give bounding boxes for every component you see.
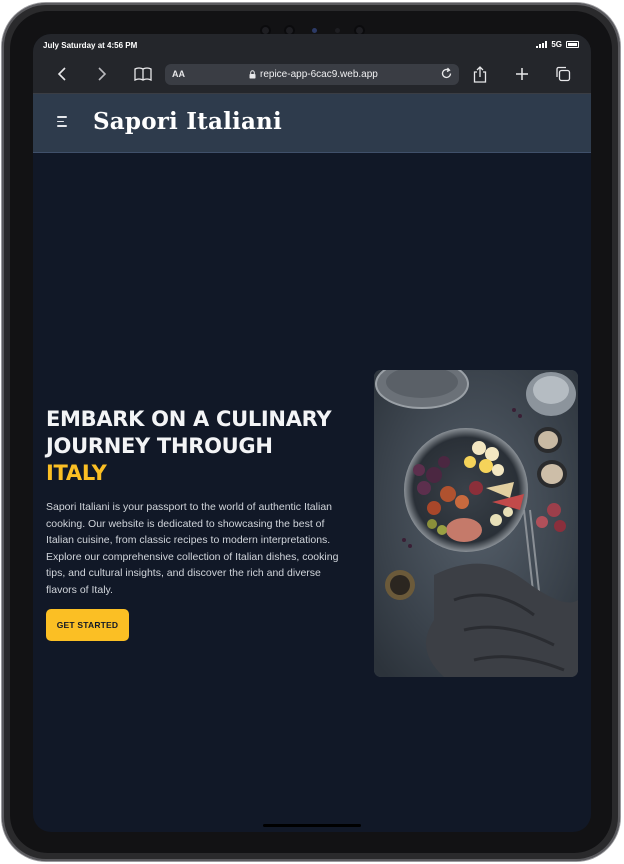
signal-icon [536, 41, 548, 48]
status-indicators: 5G [536, 40, 579, 49]
reload-icon[interactable] [440, 67, 453, 83]
front-camera [312, 28, 317, 33]
battery-icon [566, 41, 579, 48]
text-size-button[interactable]: AA [172, 69, 185, 79]
hero-title-main: EMBARK ON A CULINARY JOURNEY THROUGH [46, 407, 332, 458]
home-indicator [263, 824, 361, 827]
bookmarks-icon[interactable] [134, 65, 152, 83]
hero-title: EMBARK ON A CULINARY JOURNEY THROUGH ITA… [46, 406, 346, 487]
status-bar: July Saturday at 4:56 PM 5G [33, 34, 591, 56]
screen: July Saturday at 4:56 PM 5G AA repice-ap… [33, 34, 591, 832]
italian-food-platter-image [374, 370, 578, 677]
hero-description: Sapori Italiani is your passport to the … [46, 501, 339, 596]
status-time: July Saturday at 4:56 PM [43, 41, 138, 50]
hero-title-accent: ITALY [46, 461, 107, 485]
back-icon[interactable] [53, 65, 71, 83]
url-text: repice-app-6cac9.web.app [260, 69, 378, 80]
site-brand[interactable]: Sapori Italiani [93, 108, 282, 135]
sensor-dot [335, 28, 340, 33]
new-tab-icon[interactable] [513, 65, 531, 83]
browser-toolbar: AA repice-app-6cac9.web.app [33, 56, 591, 94]
forward-icon[interactable] [93, 65, 111, 83]
get-started-button[interactable]: GET STARTED [46, 609, 129, 641]
lock-icon [249, 70, 256, 79]
share-icon[interactable] [471, 65, 489, 83]
address-bar[interactable]: AA repice-app-6cac9.web.app [165, 64, 459, 85]
tabs-icon[interactable] [554, 65, 572, 83]
site-navbar: Sapori Italiani [33, 94, 591, 153]
hamburger-menu-icon[interactable] [57, 116, 71, 130]
url-display: repice-app-6cac9.web.app [249, 69, 378, 80]
network-label: 5G [551, 40, 562, 49]
